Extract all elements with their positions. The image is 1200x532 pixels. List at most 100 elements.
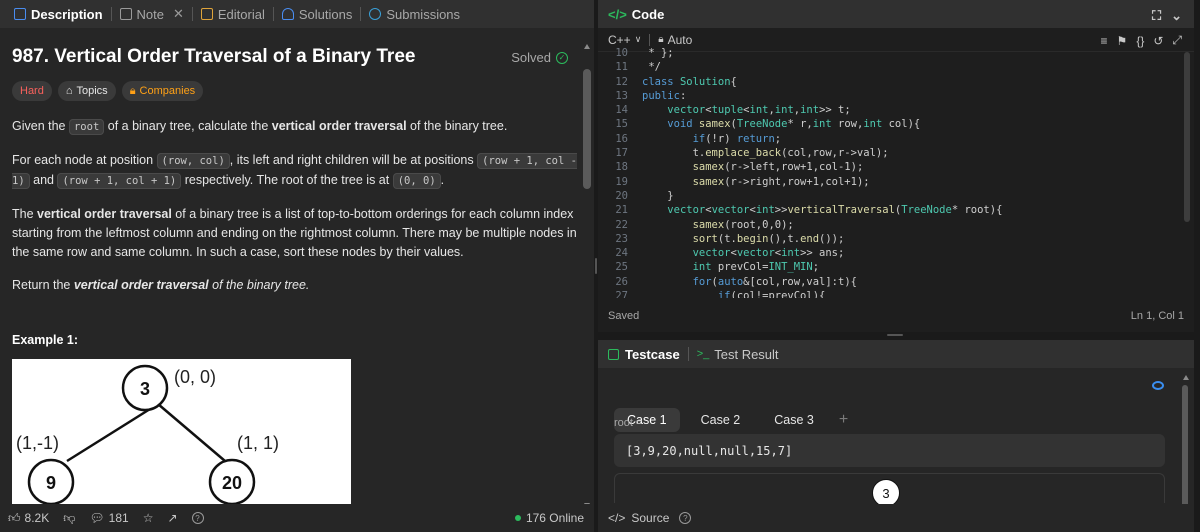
root-input[interactable]: [3,9,20,null,null,15,7]: [614, 434, 1165, 467]
tab-note[interactable]: Note ✕: [114, 0, 190, 28]
maximize-icon[interactable]: ⛶: [1152, 8, 1161, 24]
line-number: 12: [615, 75, 628, 88]
source-label[interactable]: Source: [631, 511, 669, 525]
tab-divider: [191, 7, 193, 21]
line-number: 17: [615, 147, 628, 160]
code-text: samex(r->right,row+1,col+1);: [692, 175, 870, 188]
code-line[interactable]: 26 for(auto&[col,row,val]:t){: [598, 275, 1194, 289]
code-line[interactable]: 24 vector<vector<int>> ans;: [598, 246, 1194, 260]
tree-node-left-value: 9: [46, 473, 56, 493]
code-header-tools: ⛶ ⌄: [1152, 8, 1182, 24]
tab-divider: [110, 7, 112, 21]
scroll-up-arrow-icon[interactable]: [584, 44, 590, 49]
code-icon: </>: [608, 511, 626, 525]
scrollbar-thumb[interactable]: [1182, 385, 1188, 510]
code-line[interactable]: 23 sort(t.begin(),t.end());: [598, 232, 1194, 246]
bold-italic-text: vertical order traversal: [73, 278, 209, 292]
submissions-icon: [369, 8, 382, 20]
topics-chip[interactable]: ⌂ Topics: [57, 81, 116, 101]
thumbs-up-icon: 👍︎: [8, 510, 21, 525]
inline-code: (row + 1, col + 1): [57, 173, 182, 189]
note-icon: [119, 8, 132, 20]
code-line[interactable]: 17 t.emplace_back(col,row,r->val);: [598, 146, 1194, 160]
line-number: 22: [615, 218, 628, 231]
code-line[interactable]: 20 }: [598, 189, 1194, 203]
companies-label: Companies: [139, 85, 196, 97]
scrollbar-thumb[interactable]: [583, 69, 591, 189]
tab-description-label: Description: [31, 6, 103, 22]
help-button[interactable]: ?: [191, 512, 204, 524]
testcase-scrollbar[interactable]: [1182, 375, 1189, 525]
code-title: Code: [631, 6, 665, 22]
language-label: C++: [608, 32, 631, 47]
add-case-button[interactable]: +: [839, 411, 848, 429]
left-tab-bar: Description Note ✕ Editorial Solutions S…: [0, 0, 594, 28]
panel-resize-handle[interactable]: [887, 334, 903, 336]
code-line[interactable]: 14 vector<tuple<int,int,int>> t;: [598, 103, 1194, 117]
share-button[interactable]: ↗: [167, 511, 177, 525]
problem-title[interactable]: 987. Vertical Order Traversal of a Binar…: [12, 46, 582, 68]
scroll-up-arrow-icon[interactable]: [1183, 375, 1189, 380]
code-line[interactable]: 13 public:: [598, 89, 1194, 103]
tab-test-result[interactable]: >_ Test Result: [697, 347, 779, 362]
language-select[interactable]: C++ ∨: [608, 33, 641, 47]
code-line[interactable]: 25 int prevCol=INT_MIN;: [598, 260, 1194, 274]
case-tab-2[interactable]: Case 2: [688, 408, 754, 432]
favorite-button[interactable]: ☆: [143, 511, 154, 525]
auto-mode[interactable]: 🔒︎ Auto: [658, 33, 692, 47]
problem-content: 987. Vertical Order Traversal of a Binar…: [0, 28, 594, 504]
companies-chip[interactable]: 🔒︎ Companies: [121, 81, 204, 101]
code-line[interactable]: 18 samex(r->left,row+1,col-1);: [598, 160, 1194, 174]
question-icon[interactable]: ?: [679, 512, 692, 524]
text: of the binary tree.: [406, 119, 508, 133]
code-panel: </> Code ⛶ ⌄ C++ ∨ 🔒︎ Auto ≡ ⚑ {} ↺ ⤢ 10…: [598, 0, 1194, 332]
line-number: 19: [615, 175, 628, 188]
tree-node-root-value: 3: [140, 379, 150, 399]
collapse-icon[interactable]: ⌄: [1171, 8, 1182, 24]
case-tabs: Case 1 Case 2 Case 3 +: [598, 368, 1194, 432]
paragraph-4: Return the vertical order traversal of t…: [12, 276, 582, 295]
comments-button[interactable]: 💬︎ 181: [89, 511, 128, 525]
tab-submissions-label: Submissions: [386, 6, 461, 22]
code-text: samex(r->left,row+1,col-1);: [692, 161, 864, 174]
code-line[interactable]: 10 * };: [598, 46, 1194, 60]
panel-resize-handle[interactable]: [595, 258, 597, 274]
tab-testcase[interactable]: Testcase: [608, 347, 680, 362]
tab-description[interactable]: Description: [8, 0, 109, 28]
code-text: * };: [642, 47, 674, 59]
tab-submissions[interactable]: Submissions: [363, 0, 466, 28]
code-editor[interactable]: 10 * }; 11 */12 class Solution{13 public: 14…: [598, 46, 1194, 298]
line-number: 18: [615, 161, 628, 174]
description-scrollbar[interactable]: [583, 44, 591, 508]
online-label: 176 Online: [525, 511, 584, 525]
code-line[interactable]: 21 vector<vector<int>>verticalTraversal(…: [598, 203, 1194, 217]
toolbar-divider: [649, 33, 651, 46]
eye-icon[interactable]: [1152, 381, 1164, 390]
line-number: 13: [615, 89, 628, 102]
code-line[interactable]: 15 void samex(TreeNode* r,int row,int co…: [598, 117, 1194, 131]
code-line[interactable]: 11 */: [598, 60, 1194, 74]
topics-label: Topics: [76, 85, 108, 97]
code-line[interactable]: 22 samex(root,0,0);: [598, 218, 1194, 232]
code-line[interactable]: 12 class Solution{: [598, 75, 1194, 89]
like-button[interactable]: 👍︎ 8.2K: [8, 511, 49, 526]
code-line[interactable]: 16 if(!r) return;: [598, 132, 1194, 146]
line-number: 24: [615, 247, 628, 260]
tab-divider: [687, 347, 689, 361]
tab-editorial[interactable]: Editorial: [195, 0, 271, 28]
tab-solutions[interactable]: Solutions: [276, 0, 358, 28]
terminal-icon: >_: [696, 348, 710, 360]
paragraph-1: Given the root of a binary tree, calcula…: [12, 117, 582, 137]
case-tab-3[interactable]: Case 3: [761, 408, 827, 432]
dislike-button[interactable]: 👎︎: [63, 511, 75, 526]
code-line[interactable]: 19 samex(r->right,row+1,col+1);: [598, 175, 1194, 189]
code-text: if(!r) return;: [692, 132, 782, 145]
code-scrollbar[interactable]: [1184, 52, 1190, 222]
line-number: 11: [615, 61, 628, 74]
close-note-icon[interactable]: ✕: [173, 6, 184, 22]
text: respectively. The root of the tree is at: [181, 173, 393, 187]
likes-count: 8.2K: [24, 511, 50, 525]
inline-code: root: [68, 119, 105, 135]
code-text: if(col!=prevCol){: [717, 290, 826, 298]
code-line[interactable]: 27 if(col!=prevCol){: [598, 289, 1194, 298]
